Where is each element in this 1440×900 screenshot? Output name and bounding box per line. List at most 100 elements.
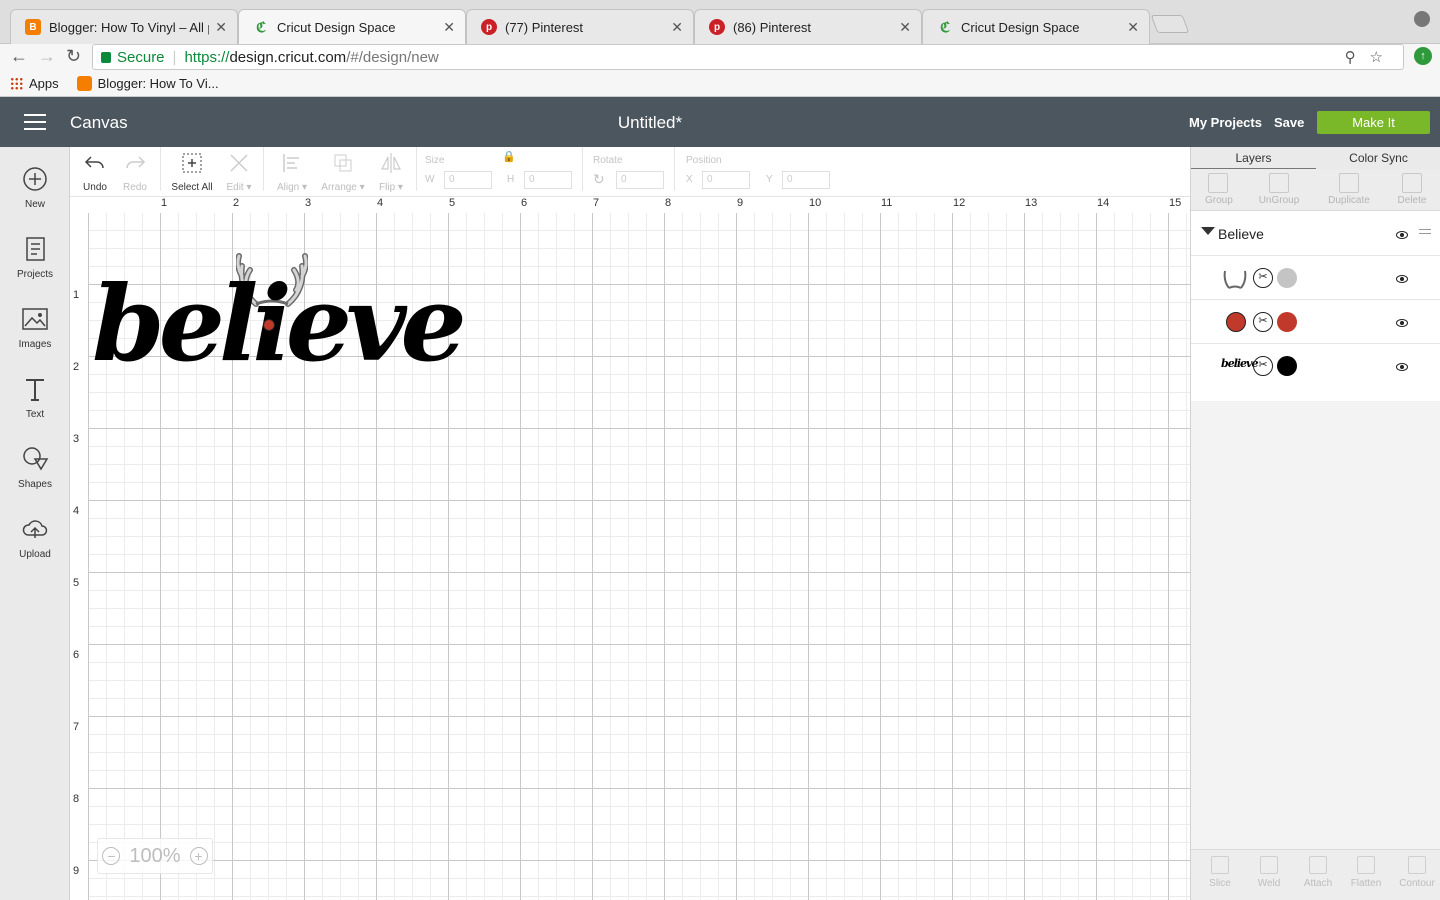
layer-row-believe[interactable]: believe ✂: [1191, 343, 1440, 387]
make-it-button[interactable]: Make It: [1317, 111, 1430, 134]
ruler-number: 10: [809, 197, 822, 209]
sidebar-item-images[interactable]: Images: [0, 305, 70, 350]
layer-color-swatch[interactable]: [1277, 356, 1297, 376]
ruler-number: 7: [593, 197, 600, 209]
delete-button[interactable]: Delete: [1395, 173, 1429, 206]
layer-row-antlers[interactable]: ✂: [1191, 255, 1440, 299]
contour-label: Contour: [1399, 878, 1435, 889]
x-input[interactable]: 0: [702, 171, 750, 189]
address-bar[interactable]: Secure | https:// design.cricut.com /#/d…: [92, 44, 1404, 70]
undo-button[interactable]: Undo: [82, 151, 108, 193]
rotate-input[interactable]: 0: [616, 171, 664, 189]
tab-color-sync[interactable]: Color Sync: [1316, 147, 1440, 169]
lock-icon: [101, 51, 111, 63]
duplicate-button[interactable]: Duplicate: [1323, 173, 1375, 206]
y-label: Y: [766, 174, 773, 185]
apps-grid-icon[interactable]: [10, 76, 23, 90]
eye-icon[interactable]: [1396, 319, 1408, 327]
app-header: Canvas Untitled* My Projects Save Make I…: [0, 97, 1440, 147]
flatten-button[interactable]: Flatten: [1347, 856, 1385, 889]
divider: [160, 147, 161, 191]
contour-button[interactable]: Contour: [1395, 856, 1439, 889]
browser-tab[interactable]: B Blogger: How To Vinyl – All p ✕: [10, 9, 238, 44]
align-button[interactable]: Align ▾: [272, 151, 312, 193]
profile-icon[interactable]: [1414, 11, 1430, 27]
blogger-bookmark[interactable]: Blogger: How To Vi...: [98, 76, 219, 91]
browser-tab[interactable]: p (77) Pinterest ✕: [466, 9, 694, 44]
ruler-number: 6: [521, 197, 528, 209]
caret-down-icon[interactable]: [1201, 227, 1215, 235]
layer-color-swatch[interactable]: [1277, 312, 1297, 332]
flatten-icon: [1357, 856, 1375, 874]
sidebar-label: Shapes: [18, 479, 52, 490]
forward-icon[interactable]: →: [38, 46, 56, 67]
sidebar-item-text[interactable]: Text: [0, 375, 70, 420]
ruler-number: 14: [1097, 197, 1110, 209]
tab-layers[interactable]: Layers: [1191, 147, 1316, 169]
ungroup-icon: [1269, 173, 1289, 193]
edit-label: Edit: [226, 182, 244, 193]
edit-button[interactable]: Edit ▾: [222, 151, 256, 193]
extension-icon[interactable]: ↑: [1414, 47, 1432, 65]
believe-text[interactable]: believe: [92, 262, 467, 385]
width-input[interactable]: 0: [444, 171, 492, 189]
close-icon[interactable]: ✕: [215, 19, 227, 36]
shapes-icon: [23, 447, 49, 471]
browser-tab[interactable]: ℭ Cricut Design Space ✕: [922, 9, 1150, 44]
my-projects-link[interactable]: My Projects: [1189, 115, 1262, 130]
document-title: Untitled*: [617, 113, 683, 132]
ruler-number: 1: [161, 197, 168, 209]
ruler-number: 4: [73, 505, 80, 517]
zoom-out-button[interactable]: −: [102, 847, 121, 865]
eye-icon[interactable]: [1396, 363, 1408, 371]
redo-button[interactable]: Redo: [122, 151, 148, 193]
cut-icon[interactable]: ✂: [1253, 312, 1273, 332]
slice-button[interactable]: Slice: [1205, 856, 1235, 889]
eye-icon[interactable]: [1396, 275, 1408, 283]
layer-row-nose[interactable]: ✂: [1191, 299, 1440, 343]
weld-icon: [1260, 856, 1278, 874]
slice-label: Slice: [1209, 878, 1231, 889]
layer-color-swatch[interactable]: [1277, 268, 1297, 288]
eye-icon[interactable]: [1396, 231, 1408, 239]
select-all-button[interactable]: Select All: [170, 151, 214, 193]
weld-button[interactable]: Weld: [1254, 856, 1284, 889]
nose-dot[interactable]: [262, 318, 276, 332]
ruler-number: 5: [73, 577, 80, 589]
ungroup-button[interactable]: UnGroup: [1255, 173, 1303, 206]
reload-icon[interactable]: ↻: [66, 46, 81, 67]
ruler-number: 8: [73, 793, 80, 805]
apps-bookmark[interactable]: Apps: [29, 76, 59, 91]
close-icon[interactable]: ✕: [899, 19, 911, 36]
attach-button[interactable]: Attach: [1299, 856, 1337, 889]
height-input[interactable]: 0: [524, 171, 572, 189]
attach-label: Attach: [1303, 878, 1333, 889]
bookmarks-bar: Apps Blogger: How To Vi...: [0, 70, 1440, 97]
sidebar-item-projects[interactable]: Projects: [0, 235, 70, 280]
close-icon[interactable]: ✕: [671, 19, 683, 36]
new-tab-button[interactable]: [1150, 15, 1190, 33]
bookmark-star-icon[interactable]: ⚲☆: [1345, 48, 1397, 66]
cut-icon[interactable]: ✂: [1253, 268, 1273, 288]
back-icon[interactable]: ←: [10, 46, 28, 67]
close-icon[interactable]: ✕: [443, 19, 455, 36]
group-name[interactable]: Believe: [1218, 226, 1264, 242]
sidebar-item-new[interactable]: New: [0, 165, 70, 210]
flip-button[interactable]: Flip ▾: [374, 151, 408, 193]
close-icon[interactable]: ✕: [1127, 19, 1139, 36]
sidebar-item-shapes[interactable]: Shapes: [0, 445, 70, 490]
arrange-button[interactable]: Arrange ▾: [318, 151, 368, 193]
sidebar-item-upload[interactable]: Upload: [0, 515, 70, 560]
zoom-in-button[interactable]: +: [189, 847, 208, 865]
y-input[interactable]: 0: [782, 171, 830, 189]
height-label: H: [507, 174, 515, 185]
save-button[interactable]: Save: [1274, 115, 1304, 130]
paperclip-icon: [1309, 856, 1327, 874]
group-button[interactable]: Group: [1205, 173, 1233, 206]
drag-handle-icon[interactable]: [1419, 229, 1431, 234]
browser-tab-active[interactable]: ℭ Cricut Design Space ✕: [238, 9, 466, 45]
lock-ratio-icon[interactable]: 🔒: [502, 150, 516, 163]
browser-tab[interactable]: p (86) Pinterest ✕: [694, 9, 922, 44]
ruler-number: 4: [377, 197, 384, 209]
cut-icon[interactable]: ✂: [1253, 356, 1273, 376]
